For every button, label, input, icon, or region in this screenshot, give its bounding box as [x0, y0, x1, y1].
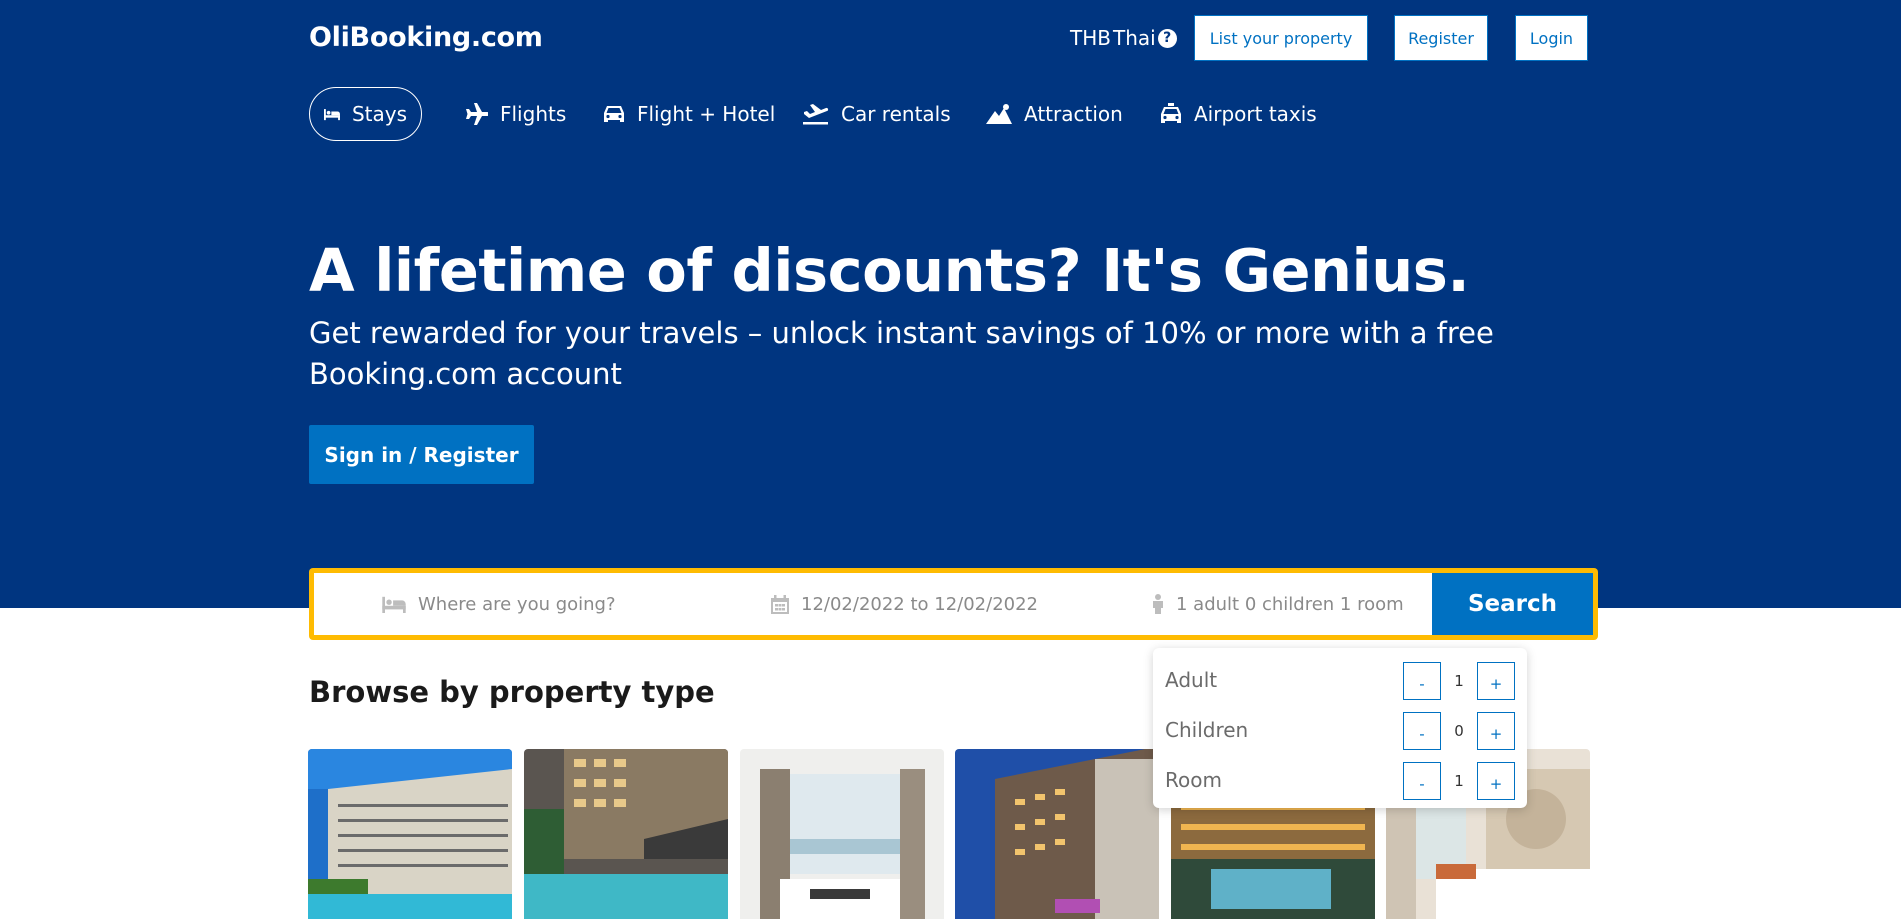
site-logo[interactable]: OliBooking.com [309, 22, 543, 53]
hero-title: A lifetime of discounts? It's Genius. [309, 236, 1470, 305]
room-decrement-button[interactable]: - [1403, 762, 1441, 800]
tab-label: Car rentals [841, 102, 951, 126]
currency-label: THB [1070, 26, 1111, 50]
bed-icon [382, 596, 406, 613]
destination-input[interactable]: Where are you going? [382, 573, 742, 635]
adult-label: Adult [1165, 668, 1218, 692]
tab-label: Attraction [1024, 102, 1123, 126]
date-range-input[interactable]: 12/02/2022 to 12/02/2022 [771, 573, 1101, 635]
currency-language-selector[interactable]: THB Thai ? [1070, 26, 1177, 50]
room-row: Room - 1 + [1165, 760, 1515, 800]
tab-attraction[interactable]: Attraction [986, 87, 1123, 141]
tab-label: Airport taxis [1194, 102, 1317, 126]
tab-airport-taxis[interactable]: Airport taxis [1160, 87, 1317, 141]
tab-flights[interactable]: Flights [464, 87, 566, 141]
mountain-icon [986, 104, 1012, 124]
children-label: Children [1165, 718, 1249, 742]
search-button[interactable]: Search [1432, 573, 1593, 635]
guests-popup: Adult - 1 + Children - 0 + Room - 1 + [1153, 648, 1527, 808]
bed-icon [324, 109, 340, 121]
tab-car-rentals[interactable]: Car rentals [802, 87, 951, 141]
property-card-image[interactable] [740, 749, 944, 919]
tab-label: Flights [500, 102, 567, 126]
children-count: 0 [1454, 722, 1464, 740]
property-card-image[interactable] [308, 749, 512, 919]
tab-stays[interactable]: Stays [309, 87, 422, 141]
property-card-image[interactable] [955, 749, 1159, 919]
search-bar: Where are you going? 12/02/2022 to 12/02… [309, 568, 1598, 640]
destination-placeholder: Where are you going? [418, 593, 616, 615]
hero-subtitle: Get rewarded for your travels – unlock i… [309, 316, 1494, 391]
taxi-icon [1161, 103, 1181, 123]
adult-decrement-button[interactable]: - [1403, 662, 1441, 700]
children-decrement-button[interactable]: - [1403, 712, 1441, 750]
adult-increment-button[interactable]: + [1477, 662, 1515, 700]
person-icon [1153, 594, 1163, 614]
tab-label: Stays [351, 102, 407, 126]
room-increment-button[interactable]: + [1477, 762, 1515, 800]
tab-flight-hotel[interactable]: Flight + Hotel [603, 87, 775, 141]
tab-label: Flight + Hotel [637, 102, 776, 126]
children-row: Children - 0 + [1165, 710, 1515, 750]
register-button[interactable]: Register [1394, 15, 1488, 61]
question-circle-icon[interactable]: ? [1157, 28, 1177, 48]
adult-row: Adult - 1 + [1165, 660, 1515, 700]
car-icon [604, 106, 624, 122]
room-count: 1 [1454, 772, 1464, 790]
adult-count: 1 [1454, 672, 1464, 690]
list-property-button[interactable]: List your property [1194, 15, 1368, 61]
login-button[interactable]: Login [1515, 15, 1588, 61]
plane-departure-icon [803, 104, 829, 125]
property-card-image[interactable] [524, 749, 728, 919]
room-label: Room [1165, 768, 1222, 792]
children-increment-button[interactable]: + [1477, 712, 1515, 750]
browse-section-title: Browse by property type [309, 675, 715, 709]
sign-in-register-button[interactable]: Sign in / Register [309, 425, 534, 484]
calendar-icon [771, 594, 789, 614]
guests-input[interactable]: 1 adult 0 children 1 room [1152, 573, 1452, 635]
guests-value: 1 adult 0 children 1 room [1176, 593, 1404, 615]
plane-icon [466, 103, 488, 125]
date-range-value: 12/02/2022 to 12/02/2022 [801, 593, 1039, 615]
language-label: Thai [1112, 26, 1156, 50]
